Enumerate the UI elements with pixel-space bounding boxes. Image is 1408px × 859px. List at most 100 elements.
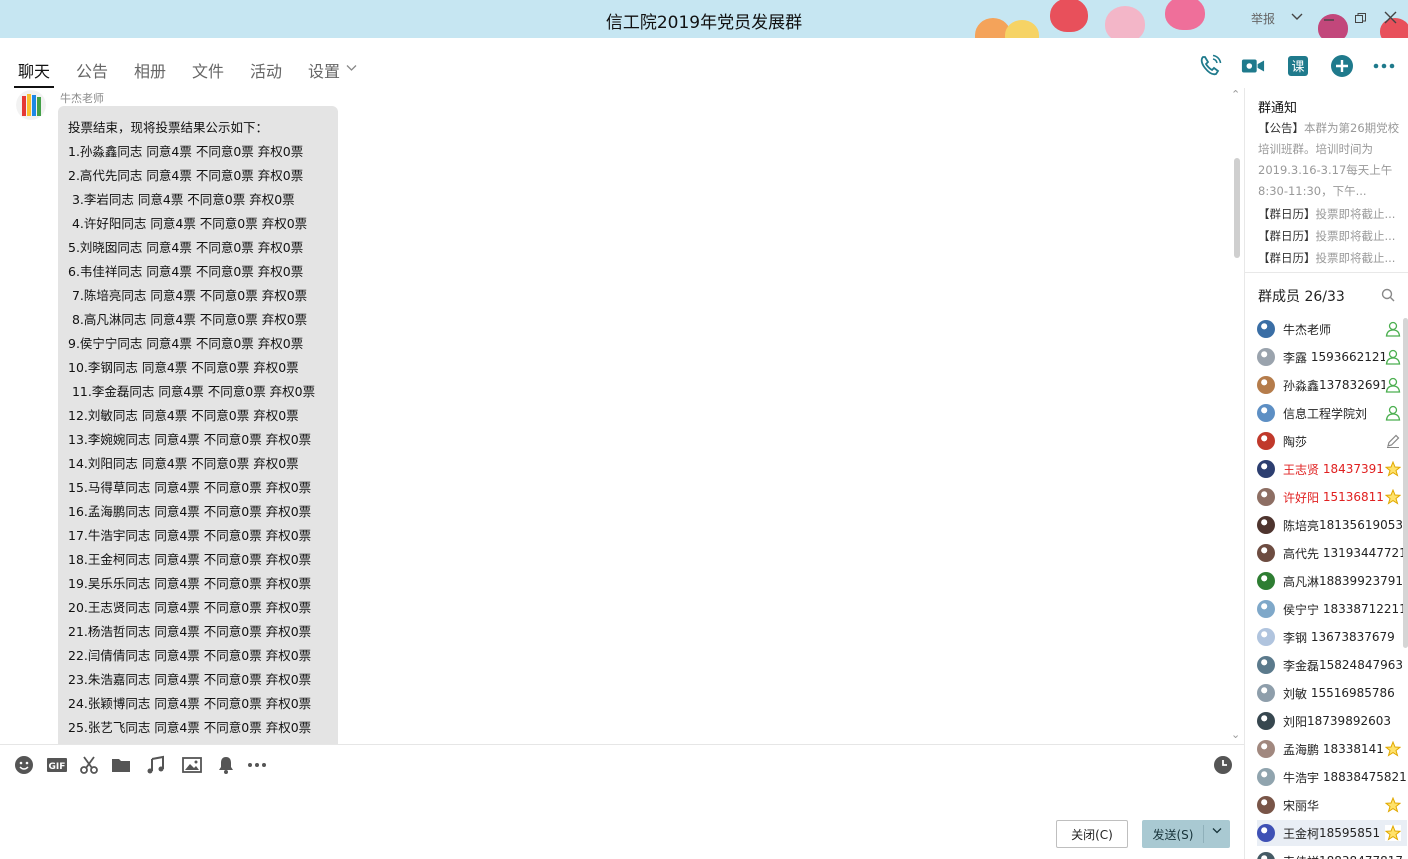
message-line: 20.王志贤同志 同意4票 不同意0票 弃权0票: [68, 600, 312, 615]
restore-icon[interactable]: [1354, 12, 1367, 25]
calendar-item[interactable]: 【群日历】投票即将截止...: [1258, 250, 1398, 266]
avatar: [1257, 712, 1275, 730]
member-item[interactable]: 牛浩宇 18838475821: [1257, 764, 1407, 790]
chat-scrollbar[interactable]: [1234, 158, 1240, 258]
member-item[interactable]: 王志贤 18437391: [1257, 456, 1407, 482]
avatar: [1257, 572, 1275, 590]
chevron-down-icon[interactable]: [346, 64, 357, 72]
minimize-icon[interactable]: [1322, 12, 1336, 26]
member-item[interactable]: 信息工程学院刘: [1257, 400, 1407, 426]
member-phone: 137832691: [1319, 378, 1388, 392]
announcement-preview[interactable]: 【公告】本群为第26期党校培训班群。培训时间为2019.3.16-3.17每天上…: [1258, 118, 1403, 202]
member-name: 孙淼鑫: [1283, 378, 1320, 393]
more-icon[interactable]: [1372, 54, 1396, 78]
member-item[interactable]: 高代先 13193447721: [1257, 540, 1407, 566]
close-icon[interactable]: [1384, 11, 1397, 24]
member-phone: 1593662121: [1307, 350, 1388, 364]
message-line: 23.朱浩嘉同志 同意4票 不同意0票 弃权0票: [68, 672, 312, 687]
member-item[interactable]: 李钢 13673837679: [1257, 624, 1407, 650]
member-item[interactable]: 高凡淋 18839923791: [1257, 568, 1407, 594]
chevron-down-icon[interactable]: [1212, 827, 1222, 835]
member-phone: 18338141: [1319, 742, 1384, 756]
member-item[interactable]: 宋丽华: [1257, 792, 1407, 818]
add-app-icon[interactable]: [1330, 54, 1354, 78]
tab-files[interactable]: 文件: [192, 58, 224, 82]
message-line: 11.李金磊同志 同意4票 不同意0票 弃权0票: [68, 384, 316, 399]
send-button[interactable]: 发送(S): [1142, 820, 1230, 848]
search-icon[interactable]: [1381, 288, 1395, 302]
gif-icon[interactable]: GIF: [46, 755, 68, 775]
member-name: 高凡淋: [1283, 574, 1320, 589]
avatar: [1257, 488, 1275, 506]
tab-chat[interactable]: 聊天: [13, 58, 55, 88]
member-item[interactable]: 王金柯 18595851: [1257, 820, 1407, 846]
member-name: 陶莎: [1283, 434, 1308, 449]
message-line: 1.孙淼鑫同志 同意4票 不同意0票 弃权0票: [68, 144, 304, 159]
avatar: [1257, 852, 1275, 859]
member-name: 高代先: [1283, 546, 1320, 561]
chevron-up-icon[interactable]: ⌃: [1231, 88, 1240, 101]
member-item[interactable]: 孙淼鑫 137832691: [1257, 372, 1407, 398]
member-name: 刘敏: [1283, 686, 1308, 701]
avatar[interactable]: [16, 90, 46, 120]
avatar: [1257, 796, 1275, 814]
member-phone: 15136811: [1319, 490, 1384, 504]
message-line: 2.高代先同志 同意4票 不同意0票 弃权0票: [68, 168, 304, 183]
folder-icon[interactable]: [111, 755, 131, 775]
member-name: 孟海鹏: [1283, 742, 1320, 757]
member-name: 王金柯: [1283, 826, 1320, 841]
history-clock-icon[interactable]: [1213, 755, 1233, 775]
avatar: [1257, 320, 1275, 338]
member-scrollbar[interactable]: [1403, 318, 1408, 648]
message-line: 8.高凡淋同志 同意4票 不同意0票 弃权0票: [68, 312, 308, 327]
member-item[interactable]: 孟海鹏 18338141: [1257, 736, 1407, 762]
close-button[interactable]: 关闭(C): [1056, 820, 1128, 848]
member-item[interactable]: 李露 1593662121: [1257, 344, 1407, 370]
message-line: 19.吴乐乐同志 同意4票 不同意0票 弃权0票: [68, 576, 312, 591]
message-line: 12.刘敏同志 同意4票 不同意0票 弃权0票: [68, 408, 299, 423]
member-item[interactable]: 许好阳 15136811: [1257, 484, 1407, 510]
tab-settings[interactable]: 设置: [308, 58, 340, 82]
report-button[interactable]: 举报: [1251, 10, 1275, 27]
star-icon: [1384, 796, 1402, 813]
scissors-icon[interactable]: [79, 755, 99, 775]
music-icon[interactable]: [146, 755, 166, 775]
star-icon: [1384, 740, 1402, 757]
member-phone: 18739892603: [1307, 714, 1391, 728]
member-item[interactable]: 陶莎: [1257, 428, 1407, 454]
calendar-text: 投票即将截止...: [1315, 251, 1396, 265]
video-icon[interactable]: [1241, 54, 1265, 78]
emoji-icon[interactable]: [14, 755, 34, 775]
calendar-item[interactable]: 【群日历】投票即将截止...: [1258, 206, 1398, 222]
tab-announcement[interactable]: 公告: [76, 58, 108, 82]
member-item[interactable]: 韦佳祥18838477817: [1257, 848, 1407, 859]
member-item[interactable]: 刘敏 15516985786: [1257, 680, 1407, 706]
send-button-label: 发送(S): [1152, 827, 1194, 842]
message-line: 16.孟海鹏同志 同意4票 不同意0票 弃权0票: [68, 504, 312, 519]
avatar: [1257, 656, 1275, 674]
image-icon[interactable]: [182, 755, 202, 775]
avatar: [1257, 376, 1275, 394]
message-line: 18.王金柯同志 同意4票 不同意0票 弃权0票: [68, 552, 312, 567]
class-icon[interactable]: 课: [1286, 54, 1310, 78]
input-area[interactable]: GIF 关闭(C) 发送(S): [0, 744, 1244, 859]
avatar: [1257, 768, 1275, 786]
tab-album[interactable]: 相册: [134, 58, 166, 82]
tab-activity[interactable]: 活动: [250, 58, 282, 82]
calendar-item[interactable]: 【群日历】投票即将截止...: [1258, 228, 1398, 244]
member-name: 牛杰老师: [1283, 322, 1332, 337]
chevron-down-icon[interactable]: [1291, 12, 1303, 22]
bell-icon[interactable]: [216, 755, 236, 775]
more-icon[interactable]: [246, 755, 270, 775]
member-item[interactable]: 牛杰老师: [1257, 316, 1407, 342]
member-item[interactable]: 刘阳 18739892603: [1257, 708, 1407, 734]
member-item[interactable]: 李金磊 15824847963: [1257, 652, 1407, 678]
calendar-tag: 【群日历】: [1258, 207, 1316, 221]
calendar-tag: 【群日历】: [1258, 251, 1316, 265]
member-item[interactable]: 陈培亮 18135619053: [1257, 512, 1407, 538]
chevron-down-icon[interactable]: ⌄: [1231, 728, 1240, 741]
phone-icon[interactable]: [1198, 54, 1222, 78]
member-name: 李露: [1283, 350, 1308, 365]
member-item[interactable]: 侯宁宁 18338712211: [1257, 596, 1407, 622]
message-line: 5.刘晓囡同志 同意4票 不同意0票 弃权0票: [68, 240, 304, 255]
